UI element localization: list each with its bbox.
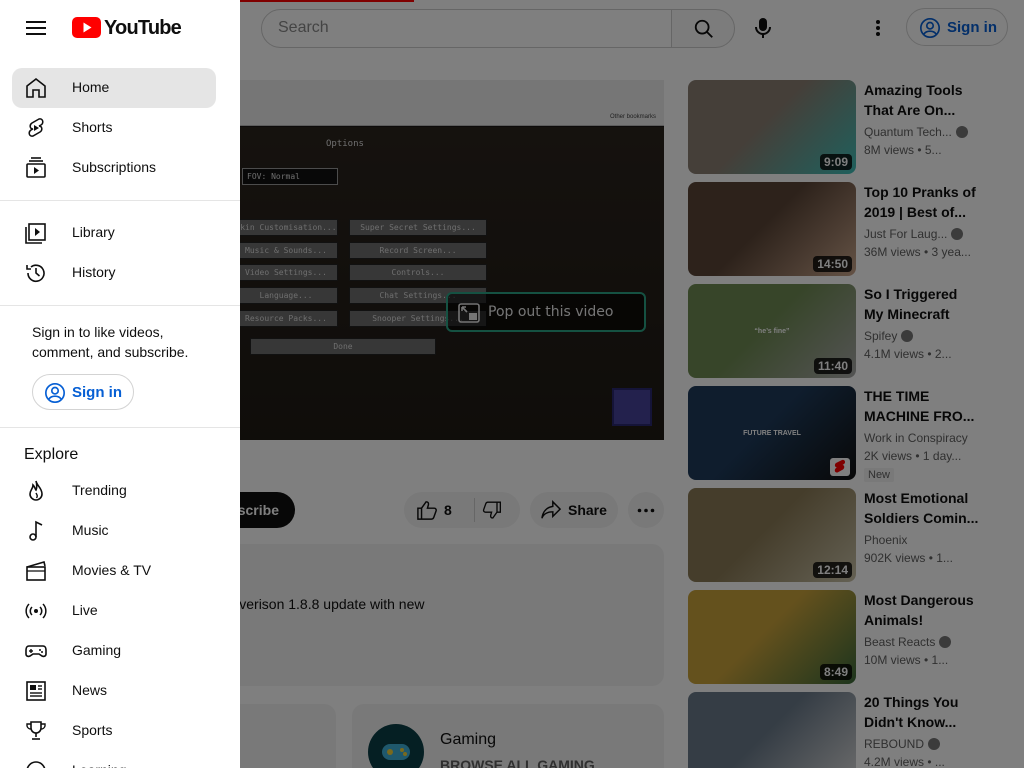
nav-item-sports[interactable]: Sports [12,711,216,751]
nav-item-label: News [72,682,108,698]
nav-item-subscriptions[interactable]: Subscriptions [12,148,216,188]
youtube-logo[interactable]: YouTube [72,17,182,39]
logo-wordmark: YouTube [104,17,182,39]
youtube-watch-page: Sign in Other bookmarks Options FOV: Nor… [0,0,1024,768]
divider [0,427,240,428]
drawer-sign-in-button[interactable]: Sign in [32,374,134,410]
divider [0,200,240,201]
nav-item-movies-tv[interactable]: Movies & TV [12,551,216,591]
nav-item-label: Trending [72,482,127,498]
nav-item-label: Gaming [72,642,122,658]
explore-section-title: Explore [24,446,79,463]
subscriptions-icon [26,157,46,178]
nav-item-history[interactable]: History [12,253,216,293]
nav-item-label: History [72,264,116,280]
drawer-sign-in-label: Sign in [72,384,122,401]
nav-item-label: Subscriptions [72,159,157,175]
nav-item-label: Shorts [72,119,113,135]
movies-icon [26,560,46,581]
nav-item-live[interactable]: Live [12,591,216,631]
nav-item-gaming[interactable]: Gaming [12,631,216,671]
nav-item-label: Home [72,79,110,95]
nav-item-label: Sports [72,722,113,738]
nav-item-library[interactable]: Library [12,213,216,253]
nav-item-label: Music [72,522,109,538]
home-icon [26,77,46,98]
sign-in-prompt: Sign in to like videos, comment, and sub… [32,324,189,360]
live-icon [25,603,47,619]
nav-item-music[interactable]: Music [12,511,216,551]
nav-item-home[interactable]: Home [12,68,216,108]
learning-icon [26,761,46,768]
nav-item-label: Movies & TV [72,562,152,578]
shorts-icon [28,118,44,137]
hamburger-menu-icon [26,21,46,35]
history-icon [26,264,45,283]
news-icon [26,681,46,701]
nav-item-label: Live [72,602,98,618]
nav-item-news[interactable]: News [12,671,216,711]
account-icon [45,383,65,403]
guide-drawer: YouTube Home Shorts Subscriptions Library H… [0,0,240,768]
music-icon [29,520,43,541]
nav-item-label: Library [72,224,115,240]
nav-item-label: Learning [72,762,127,768]
trending-icon [29,480,43,501]
gaming-icon [25,645,47,658]
nav-item-shorts[interactable]: Shorts [12,108,216,148]
youtube-play-logo-icon [72,17,101,38]
nav-item-trending[interactable]: Trending [12,471,216,511]
nav-item-learning[interactable]: Learning [12,751,216,768]
sports-icon [26,721,46,740]
library-icon [25,223,46,244]
divider [0,305,240,306]
guide-menu-button[interactable] [16,8,56,48]
